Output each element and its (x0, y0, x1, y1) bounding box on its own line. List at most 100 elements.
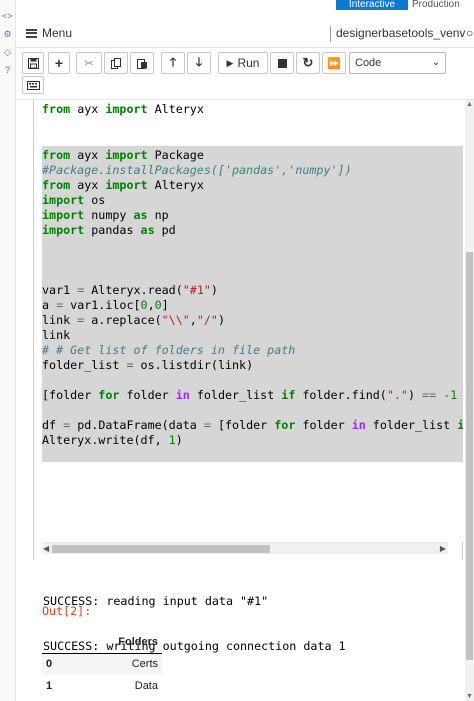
keyboard-icon (26, 80, 40, 90)
vertical-scrollbar[interactable]: ▲ ▼ (465, 100, 474, 701)
table-cell: Data (134, 680, 158, 692)
run-label: Run (237, 56, 260, 70)
horizontal-scroll-thumb[interactable] (52, 545, 270, 553)
code-icon[interactable]: <> (1, 10, 14, 23)
code-token: ayx (70, 102, 106, 116)
code-token: "#1" (182, 283, 211, 297)
cell-type-select[interactable]: Code ⌄ (349, 52, 446, 74)
save-button[interactable] (22, 52, 44, 74)
scroll-right-icon[interactable]: ▶ (440, 543, 446, 555)
code-token: 0 (140, 298, 148, 312)
code-token: pd (154, 223, 176, 237)
code-token: Alteryx (147, 102, 204, 116)
kernel-name[interactable]: designerbasetools_venv (336, 26, 465, 40)
code-token: import (105, 102, 148, 116)
help-icon[interactable]: ? (1, 64, 14, 77)
code-line: link (42, 328, 463, 343)
run-all-button[interactable]: ⏩ (322, 52, 346, 74)
code-token: ] (161, 298, 169, 312)
code-token: import (42, 223, 85, 237)
code-token: ayx (70, 178, 106, 192)
code-token: , (147, 298, 155, 312)
code-token: # # Get list of folders in file path (42, 343, 296, 357)
scroll-up-icon[interactable]: ▲ (465, 100, 474, 109)
scissors-icon: ✂ (84, 57, 94, 70)
paste-icon (136, 58, 147, 69)
code-token: import (105, 178, 148, 192)
code-token: in (175, 388, 190, 402)
code-line: # # Get list of folders in file path (42, 343, 463, 358)
code-line: import os (42, 193, 463, 208)
code-token: folder_list (189, 388, 282, 402)
code-line: link = a.replace("\\","/") (42, 313, 463, 328)
plus-icon: + (54, 55, 64, 71)
code-token: folder (295, 418, 352, 432)
code-editor-bottom[interactable] (42, 462, 463, 542)
run-button[interactable]: ▶ Run (218, 52, 268, 74)
copy-button[interactable] (104, 52, 128, 74)
scroll-left-icon[interactable]: ◀ (43, 543, 49, 555)
code-token: ) (175, 433, 183, 447)
insert-cell-button[interactable]: + (48, 52, 70, 74)
code-token: "/" (196, 313, 218, 327)
code-token: folder_list (42, 358, 127, 372)
command-palette-button[interactable] (22, 76, 44, 94)
code-line: var1 = Alteryx.read("#1") (42, 283, 463, 298)
code-token: var1 (42, 283, 78, 297)
code-token: import (42, 208, 85, 222)
copy-icon (110, 57, 121, 69)
menu-bar: Menu designerbasetools_venv ○ (16, 18, 474, 48)
tab-interactive[interactable]: Interactive (336, 0, 408, 10)
tag-icon[interactable]: ◇ (1, 46, 14, 59)
play-icon: ▶ (226, 57, 234, 68)
tab-production[interactable]: Production (412, 0, 474, 10)
row-index: 1 (46, 680, 53, 692)
move-up-button[interactable]: 🡑 (161, 52, 185, 74)
restart-button[interactable]: ↻ (296, 52, 320, 74)
code-editor-selection[interactable]: from ayx import Package #Package.installP… (42, 146, 463, 462)
fast-forward-icon: ⏩ (327, 57, 341, 70)
code-token: folder_list (365, 418, 458, 432)
code-token: as (133, 208, 148, 222)
move-down-button[interactable]: 🡓 (187, 52, 211, 74)
code-token: [folder (210, 418, 275, 432)
arrow-down-icon: 🡓 (195, 54, 203, 69)
interrupt-button[interactable] (270, 52, 294, 74)
code-line: folder_list = os.listdir(link) (42, 358, 463, 373)
code-token: ) (407, 388, 423, 402)
menu-button[interactable]: Menu (26, 25, 72, 41)
table-cell: Certs (69, 653, 162, 675)
table-row: 0 Certs (42, 653, 162, 675)
code-token: == (422, 388, 437, 402)
scroll-down-icon[interactable]: ▼ (465, 692, 474, 701)
code-editor-top[interactable]: from ayx import Alteryx (42, 100, 463, 146)
code-line: from ayx import Alteryx (42, 102, 463, 117)
vertical-scroll-thumb[interactable] (466, 252, 473, 660)
code-token: Package (147, 148, 204, 162)
table-header-row: Folders (42, 631, 162, 654)
table-row: 1 Data (42, 675, 162, 697)
menu-label: Menu (42, 26, 73, 40)
output-dataframe: Folders 0 Certs 1 Data (42, 631, 162, 697)
code-token: = (203, 418, 211, 432)
code-token: var1.iloc[ (63, 298, 141, 312)
code-token: 1 (168, 433, 176, 447)
code-token: df (42, 418, 64, 432)
code-token: folder.find( (295, 388, 387, 402)
output-prompt: Out[2]: (42, 604, 92, 618)
gear-icon[interactable]: ⚙ (1, 28, 14, 41)
code-token: link (42, 328, 71, 342)
paste-button[interactable] (130, 52, 154, 74)
code-token: = (126, 358, 134, 372)
cut-button[interactable]: ✂ (76, 52, 102, 74)
row-index: 0 (42, 653, 70, 675)
horizontal-scrollbar[interactable]: ◀ ▶ (42, 542, 448, 554)
code-token: numpy (84, 208, 134, 222)
code-token: "\\" (161, 313, 190, 327)
code-token: -1 (443, 388, 458, 402)
